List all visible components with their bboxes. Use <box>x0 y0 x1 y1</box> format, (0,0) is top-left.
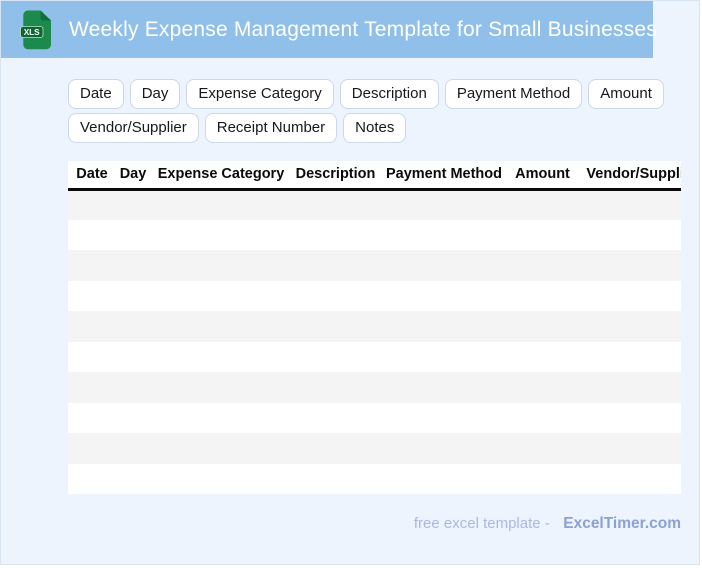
chip-expense-category[interactable]: Expense Category <box>186 79 334 109</box>
chip-date[interactable]: Date <box>68 79 124 109</box>
table-empty-row <box>68 219 681 250</box>
col-header-date: Date <box>68 161 116 191</box>
column-chip-list: Date Day Expense Category Description Pa… <box>68 79 688 143</box>
footer-text: free excel template - <box>413 515 550 532</box>
table-empty-row <box>68 433 681 464</box>
table-empty-row <box>68 402 681 433</box>
table-empty-row <box>68 463 681 494</box>
chip-notes[interactable]: Notes <box>343 113 407 143</box>
table-header-row: Date Day Expense Category Description Pa… <box>68 161 681 191</box>
col-header-payment-method: Payment Method <box>379 161 509 191</box>
header-bar: XLS Weekly Expense Management Template f… <box>1 1 657 58</box>
page: XLS Weekly Expense Management Template f… <box>0 0 702 568</box>
chip-receipt-number[interactable]: Receipt Number <box>204 113 338 143</box>
chip-description[interactable]: Description <box>339 79 439 109</box>
table-empty-row <box>68 189 681 220</box>
file-badge-label: XLS <box>24 28 40 37</box>
chip-amount[interactable]: Amount <box>588 79 664 109</box>
table-empty-row <box>68 250 681 281</box>
expense-table: Date Day Expense Category Description Pa… <box>68 161 681 494</box>
table-empty-row <box>68 311 681 342</box>
file-fold-shape <box>40 10 51 20</box>
table-empty-row <box>68 280 681 311</box>
col-header-expense-category: Expense Category <box>150 161 292 191</box>
table-body <box>68 189 681 494</box>
expense-table-container: Date Day Expense Category Description Pa… <box>68 161 681 494</box>
table-empty-row <box>68 372 681 403</box>
chip-vendor-supplier[interactable]: Vendor/Supplier <box>68 113 199 143</box>
xls-file-icon: XLS <box>20 10 51 49</box>
col-header-day: Day <box>116 161 150 191</box>
table-empty-row <box>68 341 681 372</box>
page-title: Weekly Expense Management Template for S… <box>69 17 658 41</box>
template-card: XLS Weekly Expense Management Template f… <box>0 0 700 565</box>
col-header-amount: Amount <box>509 161 576 191</box>
chip-day[interactable]: Day <box>129 79 181 109</box>
footer-credit: free excel template - ExcelTimer.com <box>68 515 681 533</box>
col-header-vendor-supplier: Vendor/Supplier <box>576 161 681 191</box>
col-header-description: Description <box>292 161 379 191</box>
footer-brand-link[interactable]: ExcelTimer.com <box>563 515 681 532</box>
chip-payment-method[interactable]: Payment Method <box>444 79 583 109</box>
